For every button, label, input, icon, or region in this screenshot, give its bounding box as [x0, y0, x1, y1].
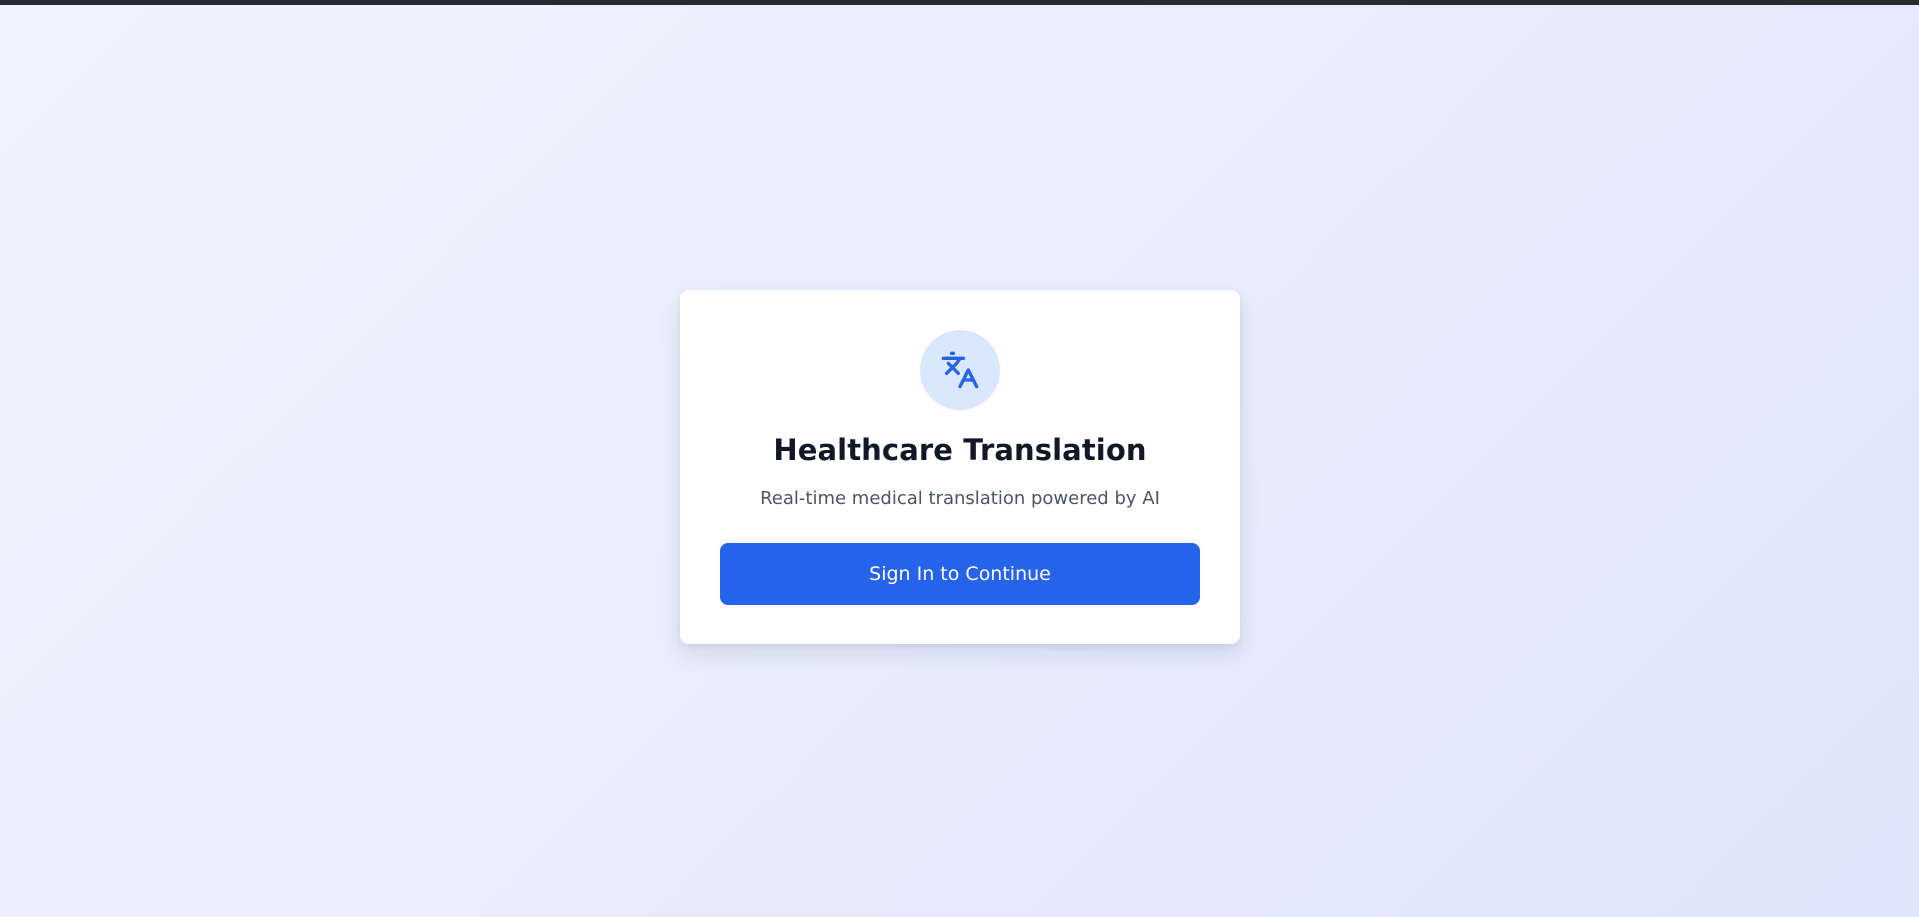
page-title: Healthcare Translation: [773, 433, 1147, 467]
translate-icon-badge: [920, 330, 1000, 410]
page-subtitle: Real-time medical translation powered by…: [760, 488, 1160, 509]
login-card: Healthcare Translation Real-time medical…: [680, 290, 1240, 644]
login-page: Healthcare Translation Real-time medical…: [0, 5, 1919, 917]
sign-in-button[interactable]: Sign In to Continue: [720, 543, 1200, 605]
viewport: Healthcare Translation Real-time medical…: [0, 0, 1919, 917]
translate-icon: [941, 351, 979, 389]
